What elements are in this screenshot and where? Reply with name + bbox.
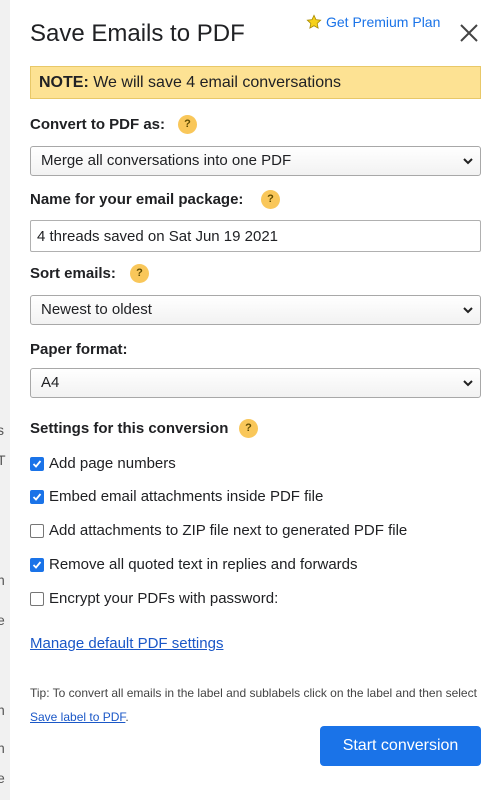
- checkbox[interactable]: [30, 523, 44, 538]
- paper-format-label: Paper format:: [30, 341, 128, 358]
- option-zip-attachments[interactable]: Add attachments to ZIP file next to gene…: [30, 522, 407, 539]
- convert-help-icon[interactable]: ?: [178, 115, 197, 134]
- sort-selected-value: Newest to oldest: [41, 301, 152, 318]
- close-icon: [460, 24, 478, 42]
- option-label: Embed email attachments inside PDF file: [49, 488, 324, 505]
- chevron-down-icon: [463, 158, 473, 165]
- settings-help-icon[interactable]: ?: [239, 419, 258, 438]
- background-text-fragment: e: [0, 770, 5, 786]
- checkbox[interactable]: [30, 489, 44, 504]
- background-text-fragment: h: [0, 572, 5, 588]
- settings-label: Settings for this conversion: [30, 420, 229, 437]
- close-button[interactable]: [458, 22, 480, 44]
- star-icon: [306, 14, 322, 29]
- checkmark-icon: [32, 560, 42, 569]
- tip-text: Tip: To convert all emails in the label …: [30, 681, 481, 729]
- background-text-fragment: s: [0, 422, 4, 438]
- background-text-fragment: T: [0, 452, 6, 468]
- convert-label: Convert to PDF as:: [30, 116, 166, 133]
- option-label: Add attachments to ZIP file next to gene…: [49, 522, 408, 539]
- sort-select[interactable]: Newest to oldest: [30, 295, 481, 325]
- package-name-input[interactable]: [30, 220, 481, 252]
- manage-pdf-settings-link[interactable]: Manage default PDF settings: [30, 635, 223, 652]
- chevron-down-icon: [463, 307, 473, 314]
- checkbox[interactable]: [30, 591, 44, 606]
- save-label-to-pdf-link[interactable]: Save label to PDF: [30, 710, 125, 724]
- option-label: Remove all quoted text in replies and fo…: [49, 556, 358, 573]
- package-name-help-icon[interactable]: ?: [261, 190, 280, 209]
- note-prefix: NOTE:: [39, 74, 89, 91]
- sort-label: Sort emails:: [30, 265, 116, 282]
- option-label: Add page numbers: [49, 455, 176, 472]
- option-embed-attachments[interactable]: Embed email attachments inside PDF file: [30, 488, 323, 505]
- get-premium-label: Get Premium Plan: [326, 14, 441, 30]
- background-text-fragment: e: [0, 612, 5, 628]
- paper-format-select[interactable]: A4: [30, 368, 481, 398]
- tip-suffix: .: [125, 710, 129, 724]
- convert-selected-value: Merge all conversations into one PDF: [41, 152, 292, 169]
- checkbox[interactable]: [30, 456, 44, 471]
- background-text-fragment: n: [0, 702, 5, 718]
- dialog-title: Save Emails to PDF: [30, 20, 245, 47]
- background-app-strip: s T h e n h e: [0, 0, 10, 800]
- option-label: Encrypt your PDFs with password:: [49, 590, 279, 607]
- package-name-label: Name for your email package:: [30, 191, 244, 208]
- checkmark-icon: [32, 492, 42, 501]
- option-remove-quoted-text[interactable]: Remove all quoted text in replies and fo…: [30, 556, 358, 573]
- checkbox[interactable]: [30, 557, 44, 572]
- option-page-numbers[interactable]: Add page numbers: [30, 455, 176, 472]
- start-conversion-button[interactable]: Start conversion: [320, 726, 481, 766]
- get-premium-link[interactable]: Get Premium Plan: [306, 14, 440, 30]
- note-banner: NOTE: We will save 4 email conversations: [30, 66, 481, 99]
- chevron-down-icon: [463, 380, 473, 387]
- convert-select[interactable]: Merge all conversations into one PDF: [30, 146, 481, 176]
- paper-format-selected-value: A4: [41, 374, 60, 391]
- save-emails-dialog: Save Emails to PDF Get Premium Plan NOTE…: [10, 0, 501, 800]
- background-text-fragment: h: [0, 740, 5, 756]
- option-encrypt-pdf[interactable]: Encrypt your PDFs with password:: [30, 590, 278, 607]
- checkmark-icon: [32, 459, 42, 468]
- note-text: We will save 4 email conversations: [88, 74, 342, 91]
- sort-help-icon[interactable]: ?: [130, 264, 149, 283]
- tip-body: Tip: To convert all emails in the label …: [30, 686, 477, 700]
